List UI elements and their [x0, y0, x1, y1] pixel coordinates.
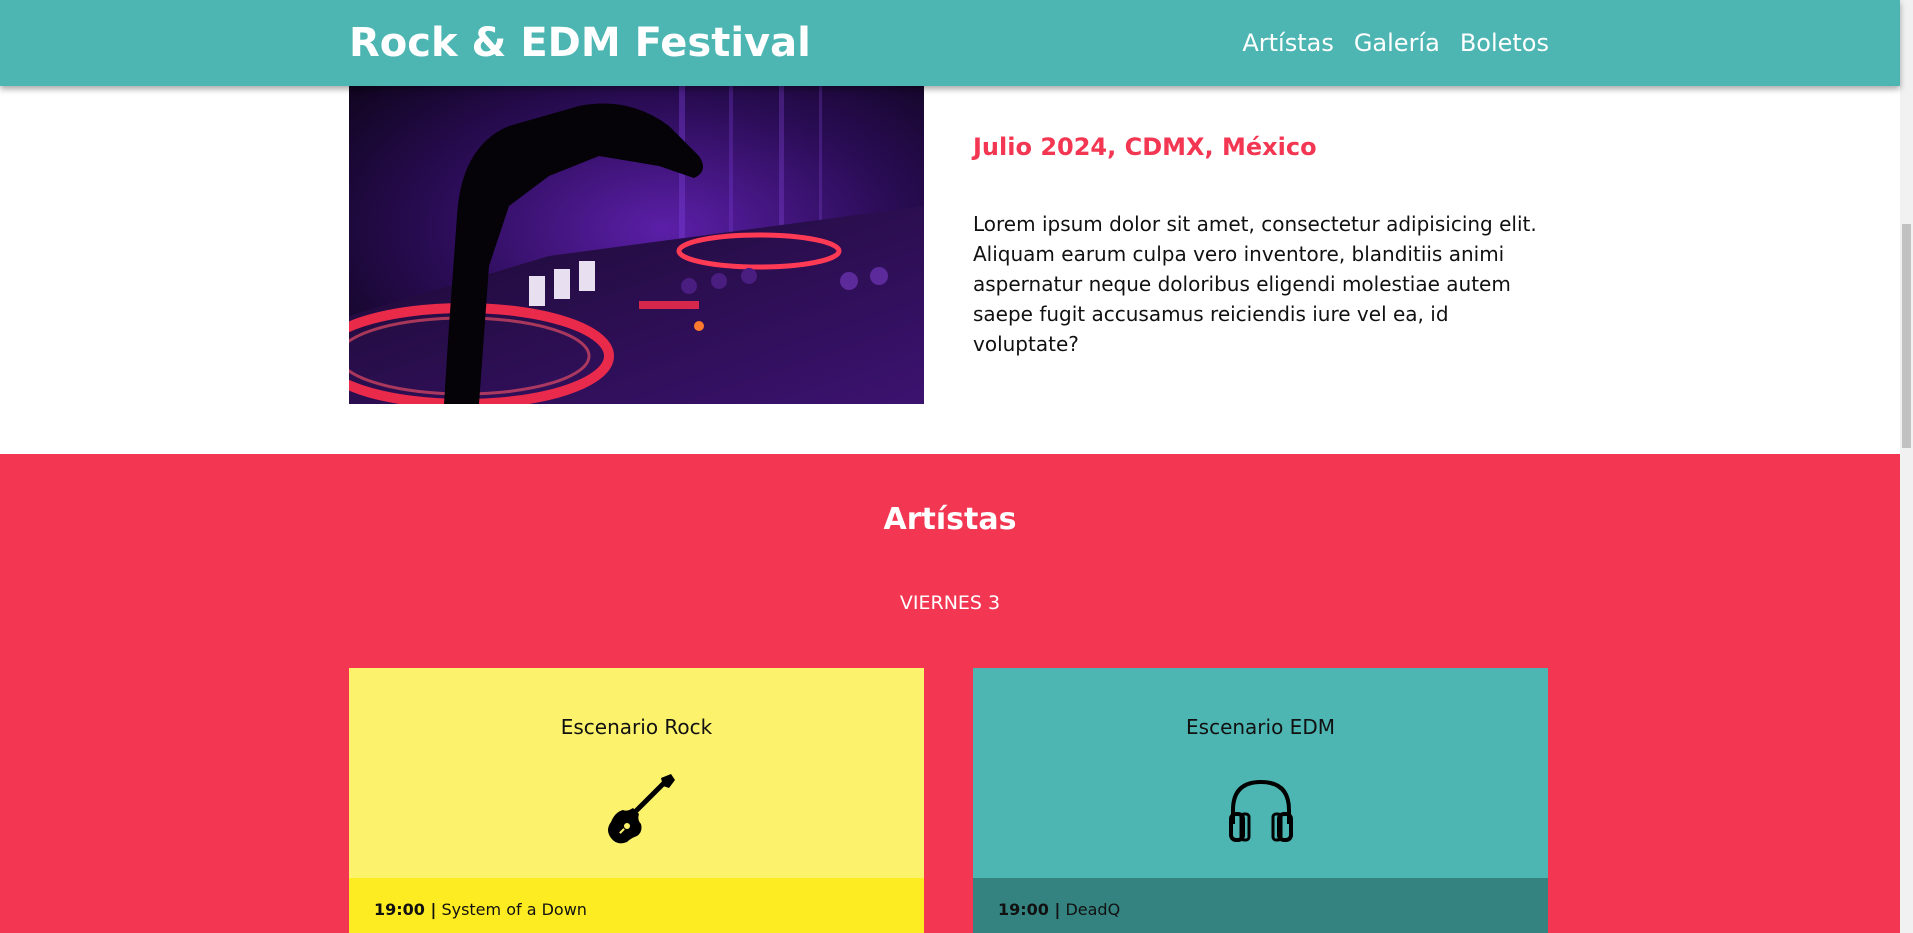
- event-description: Lorem ipsum dolor sit amet, consectetur …: [973, 212, 1537, 356]
- main-nav: Artístas Galería Boletos: [1242, 28, 1549, 58]
- headphones-icon: [1221, 770, 1301, 850]
- nav-link-boletos[interactable]: Boletos: [1460, 28, 1549, 58]
- schedule-time: 19:00 |: [998, 900, 1061, 919]
- schedule-time: 19:00 |: [374, 900, 437, 919]
- stage-name: Escenario EDM: [1186, 715, 1335, 739]
- site-logo[interactable]: Rock & EDM Festival: [349, 18, 811, 68]
- stage-card-rock: Escenario Rock 19:00 | System of a Down: [349, 668, 924, 933]
- stage-card-edm: Escenario EDM 19:00 | DeadQ: [973, 668, 1548, 933]
- dj-mixer-image: [349, 86, 924, 404]
- site-header: Rock & EDM Festival Artístas Galería Bol…: [0, 0, 1900, 86]
- schedule-row: 19:00 | DeadQ: [973, 878, 1548, 933]
- schedule-row: 19:00 | System of a Down: [349, 878, 924, 933]
- guitar-icon: [597, 770, 677, 850]
- nav-link-galeria[interactable]: Galería: [1354, 28, 1440, 58]
- event-date-location: Julio 2024, CDMX, México: [973, 133, 1317, 161]
- artists-heading: Artístas: [883, 502, 1017, 537]
- scrollbar-thumb[interactable]: [1902, 224, 1911, 448]
- stage-name: Escenario Rock: [560, 715, 713, 739]
- schedule-artist: System of a Down: [441, 900, 587, 919]
- vertical-scrollbar[interactable]: [1900, 0, 1913, 933]
- schedule-artist: DeadQ: [1065, 900, 1121, 919]
- nav-link-artistas[interactable]: Artístas: [1242, 28, 1334, 58]
- day-label: VIERNES 3: [899, 592, 1001, 614]
- artists-section: Artístas VIERNES 3 Escenario Rock 19:00 …: [0, 454, 1900, 933]
